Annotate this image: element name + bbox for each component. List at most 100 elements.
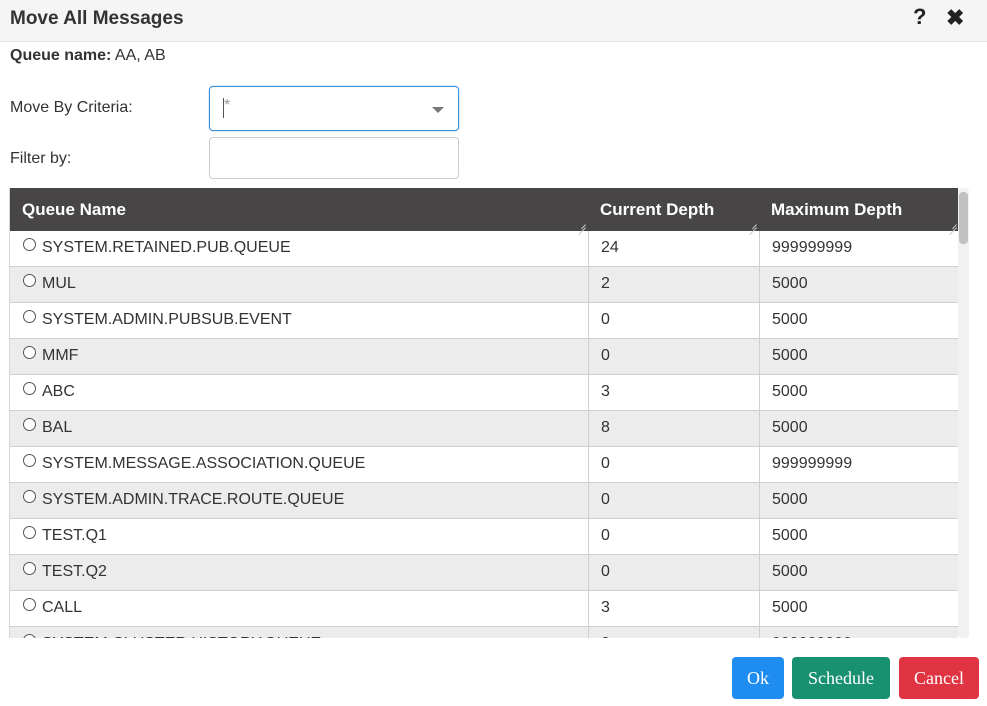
queue-name-text: CALL <box>42 599 83 616</box>
row-radio-button[interactable] <box>23 598 36 611</box>
queue-name-text: BAL <box>42 419 73 436</box>
queue-name-cell: MMF <box>10 339 588 375</box>
row-radio-button[interactable] <box>23 562 36 575</box>
maximum-depth-cell: 5000 <box>759 591 958 627</box>
table-body: SYSTEM.RETAINED.PUB.QUEUE 24 999999999 MUL 2… <box>10 231 958 638</box>
queue-name-cell: SYSTEM.CLUSTER.HISTORY.QUEUE <box>10 627 588 638</box>
close-icon[interactable]: ✖ <box>946 5 964 31</box>
queue-name-cell: SYSTEM.MESSAGE.ASSOCIATION.QUEUE <box>10 447 588 483</box>
table-row[interactable]: MUL 2 5000 <box>10 267 958 303</box>
resize-handle-icon[interactable] <box>749 220 757 228</box>
column-header-label: Queue Name <box>22 200 126 219</box>
queue-name-text: MMF <box>42 347 79 364</box>
filter-input[interactable] <box>209 137 459 179</box>
row-radio-button[interactable] <box>23 526 36 539</box>
queue-name-cell: MUL <box>10 267 588 303</box>
chevron-down-icon[interactable] <box>432 107 444 113</box>
current-depth-cell: 0 <box>588 483 759 519</box>
queue-name-cell: TEST.Q1 <box>10 519 588 555</box>
maximum-depth-cell: 5000 <box>759 303 958 339</box>
maximum-depth-cell: 5000 <box>759 375 958 411</box>
table-row[interactable]: CALL 3 5000 <box>10 591 958 627</box>
maximum-depth-cell: 5000 <box>759 519 958 555</box>
row-radio-button[interactable] <box>23 382 36 395</box>
column-header-label: Maximum Depth <box>771 200 903 219</box>
current-depth-cell: 2 <box>588 267 759 303</box>
current-depth-cell: 0 <box>588 303 759 339</box>
maximum-depth-cell: 5000 <box>759 411 958 447</box>
current-depth-cell: 0 <box>588 339 759 375</box>
maximum-depth-cell: 5000 <box>759 483 958 519</box>
current-depth-cell: 3 <box>588 591 759 627</box>
help-icon[interactable]: ? <box>913 4 926 30</box>
maximum-depth-cell: 999999999 <box>759 447 958 483</box>
queue-name-text: SYSTEM.ADMIN.TRACE.ROUTE.QUEUE <box>42 491 345 508</box>
queue-name-value: AA, AB <box>111 47 166 64</box>
queue-name-cell: ABC <box>10 375 588 411</box>
current-depth-cell: 0 <box>588 627 759 638</box>
queue-name-cell: CALL <box>10 591 588 627</box>
table-row[interactable]: SYSTEM.CLUSTER.HISTORY.QUEUE 0999999999 <box>10 627 958 638</box>
current-depth-cell: 8 <box>588 411 759 447</box>
table-scrollbar[interactable] <box>958 188 969 638</box>
queue-name-text: MUL <box>42 275 76 292</box>
maximum-depth-cell: 999999999 <box>759 231 958 267</box>
column-header-label: Current Depth <box>600 200 715 219</box>
table-row[interactable]: BAL 8 5000 <box>10 411 958 447</box>
queue-name-text: TEST.Q1 <box>42 527 107 544</box>
current-depth-cell: 0 <box>588 447 759 483</box>
maximum-depth-cell: 999999999 <box>759 627 958 638</box>
row-radio-button[interactable] <box>23 634 36 638</box>
table-row[interactable]: SYSTEM.ADMIN.TRACE.ROUTE.QUEUE 0 5000 <box>10 483 958 519</box>
table-row[interactable]: SYSTEM.RETAINED.PUB.QUEUE 24 999999999 <box>10 231 958 267</box>
column-header-maximum-depth[interactable]: Maximum Depth <box>759 188 958 231</box>
queue-name-text: TEST.Q2 <box>42 563 107 580</box>
table-header: Queue Name Current Depth Maximum Depth <box>10 188 958 231</box>
table-row[interactable]: TEST.Q1 0 5000 <box>10 519 958 555</box>
move-by-criteria-label: Move By Criteria: <box>10 99 133 116</box>
table-row[interactable]: MMF 0 5000 <box>10 339 958 375</box>
row-radio-button[interactable] <box>23 274 36 287</box>
queue-name-cell: SYSTEM.ADMIN.PUBSUB.EVENT <box>10 303 588 339</box>
queue-name-text: SYSTEM.CLUSTER.HISTORY.QUEUE <box>42 635 321 638</box>
current-depth-cell: 3 <box>588 375 759 411</box>
queue-name-label: Queue name: <box>10 47 112 64</box>
row-radio-button[interactable] <box>23 346 36 359</box>
table-row[interactable]: SYSTEM.ADMIN.PUBSUB.EVENT 0 5000 <box>10 303 958 339</box>
schedule-button[interactable]: Schedule <box>792 657 890 699</box>
table-row[interactable]: TEST.Q2 0 5000 <box>10 555 958 591</box>
table-row[interactable]: SYSTEM.MESSAGE.ASSOCIATION.QUEUE 0 9999999… <box>10 447 958 483</box>
maximum-depth-cell: 5000 <box>759 555 958 591</box>
dialog-title: Move All Messages <box>10 8 184 29</box>
queue-table: Queue Name Current Depth Maximum Depth S… <box>9 188 958 638</box>
maximum-depth-cell: 5000 <box>759 339 958 375</box>
ok-button[interactable]: Ok <box>732 657 784 699</box>
scrollbar-thumb[interactable] <box>959 192 968 244</box>
queue-name-text: SYSTEM.ADMIN.PUBSUB.EVENT <box>42 311 292 328</box>
maximum-depth-cell: 5000 <box>759 267 958 303</box>
cancel-button[interactable]: Cancel <box>899 657 979 699</box>
row-radio-button[interactable] <box>23 238 36 251</box>
queue-name-text: ABC <box>42 383 75 400</box>
queue-name-cell: BAL <box>10 411 588 447</box>
row-radio-button[interactable] <box>23 310 36 323</box>
queue-name-cell: SYSTEM.RETAINED.PUB.QUEUE <box>10 231 588 267</box>
column-header-queue-name[interactable]: Queue Name <box>10 188 588 231</box>
column-header-current-depth[interactable]: Current Depth <box>588 188 759 231</box>
table-row[interactable]: ABC 3 5000 <box>10 375 958 411</box>
queue-name-text: SYSTEM.MESSAGE.ASSOCIATION.QUEUE <box>42 455 366 472</box>
queue-name-cell: SYSTEM.ADMIN.TRACE.ROUTE.QUEUE <box>10 483 588 519</box>
row-radio-button[interactable] <box>23 490 36 503</box>
dialog-titlebar: Move All Messages ? ✖ <box>0 0 987 42</box>
criteria-selected-value: * <box>224 97 231 114</box>
move-by-criteria-select[interactable]: * <box>209 86 459 131</box>
resize-handle-icon[interactable] <box>949 220 957 228</box>
queue-name-line: Queue name: AA, AB <box>10 47 166 65</box>
current-depth-cell: 0 <box>588 555 759 591</box>
row-radio-button[interactable] <box>23 454 36 467</box>
current-depth-cell: 24 <box>588 231 759 267</box>
filter-by-label: Filter by: <box>10 150 72 167</box>
row-radio-button[interactable] <box>23 418 36 431</box>
resize-handle-icon[interactable] <box>578 220 586 228</box>
queue-name-cell: TEST.Q2 <box>10 555 588 591</box>
